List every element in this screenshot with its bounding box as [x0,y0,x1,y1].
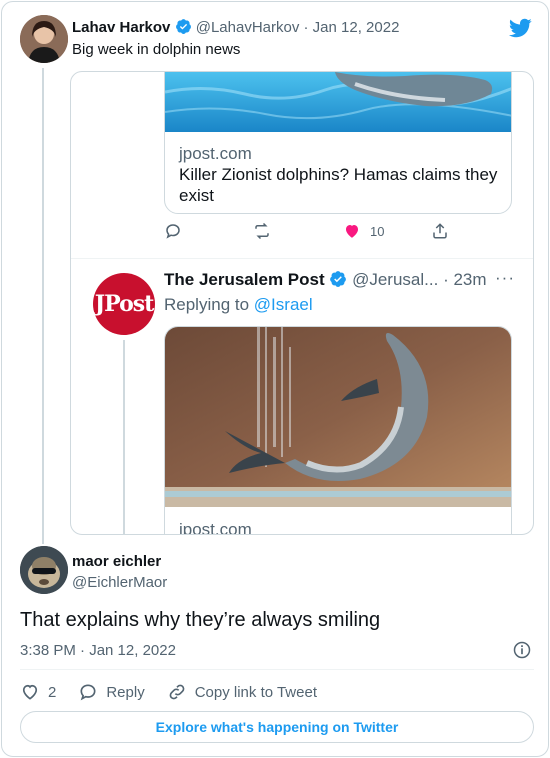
like-button[interactable]: 2 [20,682,56,702]
heart-icon [22,684,38,700]
jpost-handle[interactable]: @Jerusal... [352,270,438,289]
dolphin-jump-image [165,327,511,507]
avatar-lahav[interactable] [20,15,68,63]
share-icon [433,223,447,239]
link-domain: jpost.com [179,144,252,163]
reply-text: That explains why they’re always smiling [20,609,381,631]
tweet-text: Big week in dolphin news [72,41,241,58]
share-action[interactable] [430,222,450,240]
like-count: 2 [48,683,57,701]
like-action[interactable]: 10 [342,222,384,240]
tweet-date[interactable]: · Jan 12, 2022 [304,19,400,36]
quoted-actions: 10 [164,222,512,246]
replying-prefix: Replying to [164,295,250,314]
divider [20,669,534,670]
retweet-action[interactable] [252,222,272,240]
verified-badge-icon [175,18,192,39]
reply-label: Reply [106,683,145,701]
jpost-logo[interactable]: JPost [93,273,155,335]
embedded-tweet: Lahav Harkov @LahavHarkov · Jan 12, 2022… [1,1,549,757]
author-handle[interactable]: @LahavHarkov [196,19,300,36]
explore-button[interactable]: Explore what's happening on Twitter [20,711,534,743]
reply-action[interactable] [164,222,182,240]
link-domain: jpost.com [179,520,252,535]
copy-link-button[interactable]: Copy link to Tweet [167,682,317,702]
reply-author-name[interactable]: maor eichler [72,553,161,570]
link-card-dolphin-jump[interactable]: jpost.com [164,326,512,535]
author-name[interactable]: Lahav Harkov [72,19,170,36]
reply-button[interactable]: Reply [78,682,145,702]
reply-thread-connector [123,340,125,534]
more-icon[interactable]: ··· [495,268,515,288]
jpost-name[interactable]: The Jerusalem Post [164,270,325,289]
link-title[interactable]: Killer Zionist dolphins? Hamas claims th… [179,164,499,206]
reply-author-handle[interactable]: @EichlerMaor [72,574,167,591]
replying-to: Replying to @Israel [164,295,313,315]
reply-actions: 2 Reply Copy link to Tweet [20,681,339,703]
info-icon[interactable] [512,640,532,665]
pool-dolphin-image [165,72,511,132]
link-card-dolphins[interactable]: jpost.com Killer Zionist dolphins? Hamas… [164,72,512,214]
reply-icon [80,684,96,701]
quoted-tweet-image[interactable]: jpost.com Killer Zionist dolphins? Hamas… [70,71,534,535]
thread-connector [42,68,44,544]
verified-badge-icon [329,270,347,293]
retweet-icon [255,222,269,240]
like-count: 10 [370,223,385,239]
tweet-header: Lahav Harkov @LahavHarkov · Jan 12, 2022 [72,18,399,39]
link-icon [169,684,185,700]
avatar-maor[interactable] [20,546,68,594]
reply-timestamp[interactable]: 3:38 PM · Jan 12, 2022 [20,642,176,659]
jpost-time[interactable]: · 23m [443,270,486,289]
replying-mention[interactable]: @Israel [254,295,313,314]
quoted-divider [71,258,533,259]
heart-filled-icon [346,225,358,238]
twitter-bird-icon[interactable] [508,16,532,45]
reply-icon [166,224,180,239]
copy-link-label: Copy link to Tweet [194,683,317,701]
jpost-header: The Jerusalem Post @Jerusal... · 23m [164,270,487,293]
